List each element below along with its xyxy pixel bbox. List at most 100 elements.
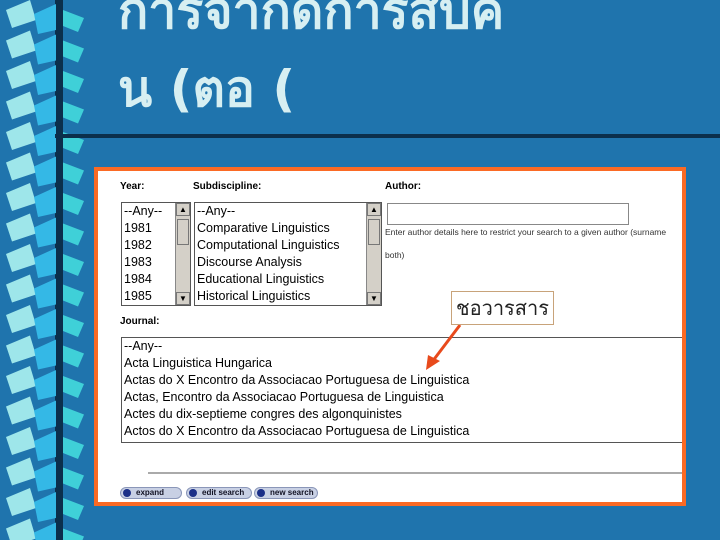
diamond-shape [6, 61, 36, 89]
year-scrollbar[interactable]: ▲ ▼ [175, 203, 190, 305]
diamond-shape [6, 427, 36, 455]
diamond-shape [6, 457, 36, 486]
diamond-shape [34, 187, 56, 217]
diamond-shape [63, 254, 84, 276]
diamond-shape [34, 339, 56, 370]
diamond-shape [34, 4, 56, 34]
button-bullet-icon [189, 489, 197, 497]
diamond-shape [6, 152, 36, 181]
list-item[interactable]: Actas, Encontro da Associacao Portuguesa… [122, 389, 682, 406]
list-item[interactable]: Actes du dix-septieme congres des algonq… [122, 406, 682, 423]
diamond-shape [6, 396, 36, 425]
diamond-shape [6, 30, 36, 59]
author-label: Author: [385, 181, 422, 192]
journal-listbox[interactable]: --Any-- Acta Linguistica Hungarica Actas… [121, 337, 682, 443]
diamond-shape [63, 467, 84, 490]
subdiscipline-listbox[interactable]: --Any-- Comparative Linguistics Computat… [194, 202, 382, 306]
diamond-shape [6, 244, 36, 272]
diamond-shape [6, 305, 36, 333]
form-separator [148, 472, 682, 474]
journal-callout: ชอวารสาร [451, 291, 554, 325]
diamond-shape [63, 71, 84, 93]
border-line [55, 0, 63, 540]
search-form-panel: Year: --Any-- 1981 1982 1983 1984 1985 ▲… [94, 167, 686, 506]
diamond-shape [34, 461, 56, 492]
diamond-shape [34, 34, 56, 65]
diamond-shape [63, 437, 84, 459]
diamond-shape [34, 156, 56, 187]
diamond-shape [6, 122, 36, 150]
diamond-shape [34, 65, 56, 95]
diamond-shape [63, 528, 84, 540]
list-item[interactable]: --Any-- [122, 338, 682, 355]
slide-title-line2: น (ตอ ( [118, 60, 296, 118]
diamond-shape [34, 400, 56, 431]
diamond-shape [34, 309, 56, 339]
scroll-down-icon[interactable]: ▼ [367, 292, 381, 305]
list-item[interactable]: Actas do X Encontro da Associacao Portug… [122, 372, 682, 389]
diamond-shape [63, 498, 84, 520]
slide-title-line1: การจำกัดการสืบค [118, 0, 505, 40]
title-divider [55, 134, 720, 138]
diamond-shape [63, 40, 84, 63]
diamond-pattern [6, 0, 84, 540]
diamond-shape [63, 315, 84, 337]
expand-button[interactable]: expand [120, 487, 182, 499]
diamond-shape [63, 406, 84, 429]
diamond-shape [6, 183, 36, 211]
journal-label: Journal: [120, 316, 160, 327]
subdiscipline-label: Subdiscipline: [193, 181, 262, 192]
scroll-up-icon[interactable]: ▲ [367, 203, 381, 216]
diamond-shape [6, 488, 36, 516]
diamond-shape [34, 492, 56, 522]
diamond-shape [6, 518, 36, 540]
scroll-up-icon[interactable]: ▲ [176, 203, 190, 216]
diamond-shape [34, 431, 56, 461]
diamond-shape [63, 10, 84, 32]
diamond-shape [6, 213, 36, 242]
search-form: Year: --Any-- 1981 1982 1983 1984 1985 ▲… [98, 171, 682, 502]
edit-search-button-label: edit search [202, 488, 245, 497]
year-label: Year: [120, 181, 145, 192]
subdiscipline-scrollbar[interactable]: ▲ ▼ [366, 203, 381, 305]
list-item[interactable]: Acta Linguistica Hungarica [122, 355, 682, 372]
button-bullet-icon [123, 489, 131, 497]
list-item[interactable]: Educational Linguistics [195, 271, 381, 288]
diamond-shape [34, 126, 56, 156]
diamond-shape [6, 366, 36, 394]
diamond-shape [63, 101, 84, 124]
diamond-shape [63, 376, 84, 398]
diamond-shape [34, 278, 56, 309]
scroll-down-icon[interactable]: ▼ [176, 292, 190, 305]
diamond-shape [63, 193, 84, 215]
scroll-thumb[interactable] [177, 219, 189, 245]
diamond-shape [6, 274, 36, 303]
decorative-border [6, 0, 84, 540]
author-hint-cont: both) [385, 250, 405, 260]
list-item[interactable]: Discourse Analysis [195, 254, 381, 271]
author-hint: Enter author details here to restrict yo… [385, 227, 667, 237]
edit-search-button[interactable]: edit search [186, 487, 252, 499]
diamond-shape [63, 162, 84, 185]
button-bullet-icon [257, 489, 265, 497]
diamond-shape [34, 217, 56, 248]
diamond-shape [34, 370, 56, 400]
list-item[interactable]: Comparative Linguistics [195, 220, 381, 237]
list-item[interactable]: --Any-- [195, 203, 381, 220]
list-item[interactable]: Historical Linguistics [195, 288, 381, 305]
diamond-shape [34, 522, 56, 540]
new-search-button[interactable]: new search [254, 487, 318, 499]
diamond-shape [63, 284, 84, 307]
diamond-shape [6, 91, 36, 120]
diamond-shape [34, 248, 56, 278]
diamond-shape [63, 223, 84, 246]
list-item[interactable]: Computational Linguistics [195, 237, 381, 254]
new-search-button-label: new search [270, 488, 314, 497]
year-listbox[interactable]: --Any-- 1981 1982 1983 1984 1985 ▲ ▼ [121, 202, 191, 306]
scroll-thumb[interactable] [368, 219, 380, 245]
author-input[interactable] [387, 203, 629, 225]
diamond-shape [6, 0, 36, 28]
diamond-shape [6, 335, 36, 364]
expand-button-label: expand [136, 488, 165, 497]
list-item[interactable]: Actos do X Encontro da Associacao Portug… [122, 423, 682, 440]
